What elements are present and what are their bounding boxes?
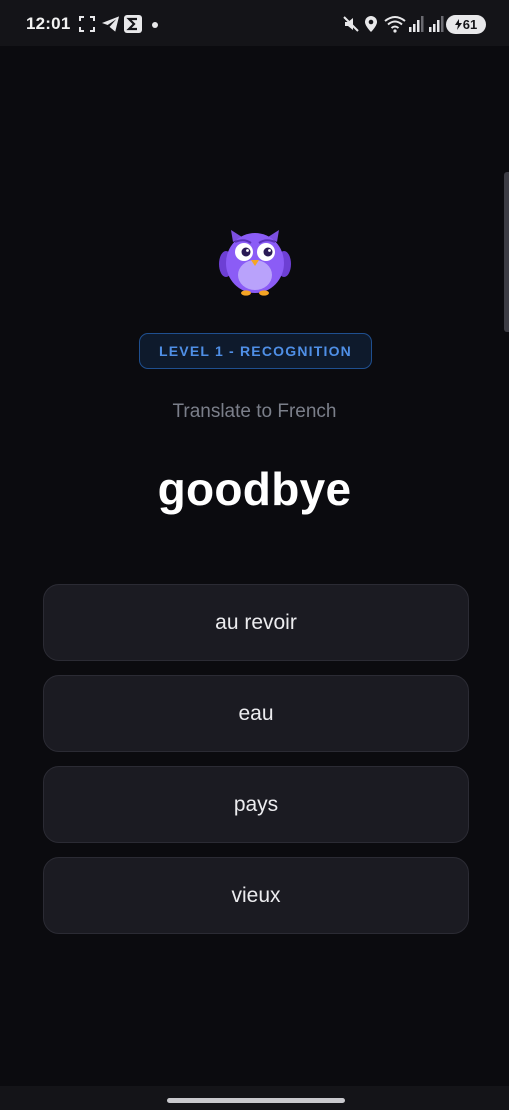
sigma-app-icon (124, 15, 142, 33)
owl-mascot-icon (219, 230, 291, 296)
answer-option-eau[interactable]: eau (43, 675, 469, 752)
prompt-word: goodbye (157, 463, 352, 515)
signal-icon (409, 16, 424, 32)
charging-bolt-icon (454, 19, 462, 30)
location-icon (365, 16, 377, 32)
screenshot-icon (79, 16, 95, 32)
answer-option-vieux[interactable]: vieux (43, 857, 469, 934)
telegram-icon (101, 16, 120, 32)
wifi-icon (384, 16, 406, 33)
home-indicator[interactable] (167, 1098, 345, 1103)
level-badge: LEVEL 1 - RECOGNITION (139, 333, 372, 369)
answer-option-au-revoir[interactable]: au revoir (43, 584, 469, 661)
answer-option-pays[interactable]: pays (43, 766, 469, 843)
answer-options: au revoir eau pays vieux (43, 584, 469, 948)
edge-scroll-handle[interactable] (504, 172, 509, 332)
status-bar: 12:01 61 (0, 0, 509, 46)
notification-dot-icon (152, 22, 158, 28)
battery-level: 61 (462, 17, 478, 32)
signal-icon (429, 16, 444, 32)
status-time: 12:01 (26, 14, 71, 33)
mute-icon (343, 16, 359, 32)
app-screen: 12:01 61 LEVEL 1 - RECOGNITION Translate… (0, 0, 509, 1110)
battery-icon: 61 (446, 15, 486, 34)
instruction-text: Translate to French (172, 401, 337, 422)
